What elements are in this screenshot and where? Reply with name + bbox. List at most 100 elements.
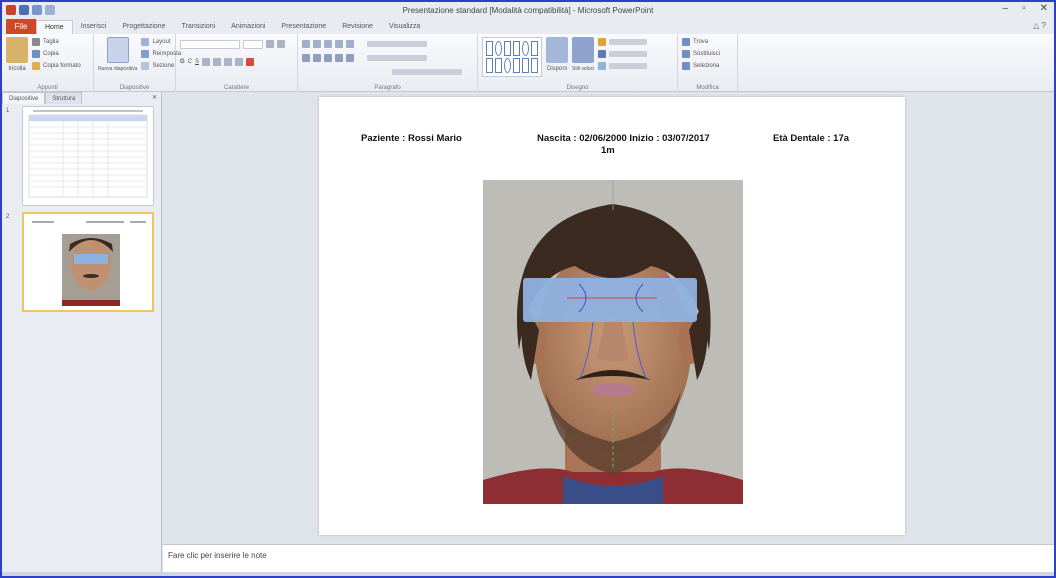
cut-icon[interactable]: [32, 38, 40, 46]
layout-button[interactable]: Layout: [152, 39, 170, 45]
group-label-font: Carattere: [223, 85, 249, 91]
redo-icon[interactable]: [45, 5, 55, 15]
undo-icon[interactable]: [32, 5, 42, 15]
section-button[interactable]: Sezione: [152, 63, 174, 69]
close-pane-icon[interactable]: ✕: [152, 92, 157, 104]
find-icon[interactable]: [682, 38, 690, 46]
window-controls: – ▫ ✕: [1003, 3, 1049, 14]
patient-face-photo[interactable]: [483, 180, 743, 504]
line-spacing-icon[interactable]: [346, 40, 354, 48]
copy-button[interactable]: Copia: [43, 51, 59, 57]
face-slide-thumbnail: [32, 221, 146, 306]
underline-icon[interactable]: S: [195, 59, 199, 65]
paste-button[interactable]: Incolla: [6, 66, 28, 72]
copy-icon[interactable]: [32, 50, 40, 58]
layout-icon[interactable]: [141, 38, 150, 46]
select-button[interactable]: Seleziona: [693, 63, 719, 69]
shape-effects-icon[interactable]: [598, 62, 607, 70]
birth-start-dates: Nascita : 02/06/2000 Inizio : 03/07/2017: [537, 133, 710, 144]
window-title: Presentazione standard [Modalità compati…: [402, 5, 654, 15]
font-color-icon[interactable]: [246, 58, 255, 66]
numbering-icon[interactable]: [313, 40, 321, 48]
group-label-clipboard: Appunti: [37, 85, 58, 91]
tab-transitions[interactable]: Transizioni: [174, 20, 224, 34]
tab-file[interactable]: File: [6, 19, 36, 34]
shape-fill-icon[interactable]: [598, 38, 607, 46]
slide-thumbnail-2[interactable]: [22, 212, 154, 312]
grow-font-icon[interactable]: [266, 40, 274, 48]
thumb-number-1: 1: [6, 108, 10, 114]
face-photo-drawing: [483, 180, 743, 504]
group-font: G C S Carattere: [176, 34, 298, 92]
select-icon[interactable]: [682, 62, 690, 70]
bullets-icon[interactable]: [302, 40, 310, 48]
paste-icon[interactable]: [6, 37, 28, 63]
slide-editor: Paziente : Rossi Mario Nascita : 02/06/2…: [163, 92, 1054, 544]
slide-thumbnail-1[interactable]: [22, 106, 154, 206]
font-name-dropdown[interactable]: [180, 39, 240, 49]
bold-icon[interactable]: G: [180, 59, 185, 65]
thumb-number-2: 2: [6, 214, 10, 220]
group-editing: Trova Sostituisci Seleziona Modifica: [678, 34, 738, 92]
increase-indent-icon[interactable]: [335, 40, 343, 48]
tab-slideshow[interactable]: Presentazione: [273, 20, 334, 34]
decrease-indent-icon[interactable]: [324, 40, 332, 48]
section-icon[interactable]: [141, 62, 150, 70]
align-left-icon[interactable]: [302, 54, 310, 62]
italic-icon[interactable]: C: [188, 59, 192, 65]
arrange-icon[interactable]: [546, 37, 568, 63]
tab-animations[interactable]: Animazioni: [223, 20, 273, 34]
cut-button[interactable]: Taglia: [43, 39, 59, 45]
shapes-gallery[interactable]: [482, 37, 542, 77]
quick-access-toolbar: [2, 5, 55, 15]
quick-styles-icon[interactable]: [572, 37, 595, 63]
align-text-placeholder[interactable]: [367, 55, 427, 61]
slides-pane: Diapositive Struttura ✕ 1 2: [2, 92, 162, 572]
help-icon[interactable]: △ ?: [1033, 21, 1046, 30]
powerpoint-logo-icon[interactable]: [6, 5, 16, 15]
arrange-button[interactable]: Disponi: [546, 66, 568, 72]
tab-view[interactable]: Visualizza: [381, 20, 428, 34]
group-label-slides: Diapositive: [119, 85, 150, 91]
minimize-icon[interactable]: –: [1003, 3, 1009, 14]
tab-home[interactable]: Home: [36, 20, 73, 34]
tab-slides[interactable]: Diapositive: [2, 92, 46, 104]
notes-pane[interactable]: Fare clic per inserire le note: [163, 544, 1054, 572]
replace-icon[interactable]: [682, 50, 690, 58]
spacing-icon[interactable]: [224, 58, 233, 66]
notes-placeholder[interactable]: Fare clic per inserire le note: [168, 551, 267, 560]
new-slide-icon[interactable]: [106, 37, 129, 63]
format-painter-button[interactable]: Copia formato: [43, 63, 81, 69]
case-icon[interactable]: [235, 58, 244, 66]
text-direction-placeholder[interactable]: [367, 41, 427, 47]
justify-icon[interactable]: [335, 54, 343, 62]
shadow-icon[interactable]: [213, 58, 222, 66]
font-size-dropdown[interactable]: [243, 39, 263, 49]
shape-outline-icon[interactable]: [598, 50, 607, 58]
reset-icon[interactable]: [141, 50, 150, 58]
tab-review[interactable]: Revisione: [334, 20, 381, 34]
smartart-placeholder[interactable]: [392, 69, 462, 75]
group-label-drawing: Disegno: [566, 85, 589, 91]
strikethrough-icon[interactable]: [202, 58, 211, 66]
new-slide-button[interactable]: Nuova diapositiva: [98, 66, 137, 72]
format-painter-icon[interactable]: [32, 62, 40, 70]
columns-icon[interactable]: [346, 54, 354, 62]
align-center-icon[interactable]: [313, 54, 321, 62]
save-icon[interactable]: [19, 5, 29, 15]
find-button[interactable]: Trova: [693, 39, 708, 45]
align-right-icon[interactable]: [324, 54, 332, 62]
ribbon-tabs: File Home Inserisci Progettazione Transi…: [2, 18, 1054, 34]
quick-styles-button[interactable]: Stili veloci: [572, 66, 594, 72]
maximize-icon[interactable]: ▫: [1022, 3, 1026, 14]
status-bar: [2, 572, 1054, 576]
current-slide[interactable]: Paziente : Rossi Mario Nascita : 02/06/2…: [319, 97, 905, 535]
tab-insert[interactable]: Inserisci: [73, 20, 115, 34]
group-slides: Nuova diapositiva Layout Reimposta Sezio…: [94, 34, 181, 92]
tab-outline[interactable]: Struttura: [45, 92, 83, 104]
close-icon[interactable]: ✕: [1040, 3, 1048, 14]
shrink-font-icon[interactable]: [277, 40, 285, 48]
replace-button[interactable]: Sostituisci: [693, 51, 720, 57]
tab-design[interactable]: Progettazione: [114, 20, 173, 34]
group-drawing: Disponi Stili veloci Disegno: [478, 34, 678, 92]
